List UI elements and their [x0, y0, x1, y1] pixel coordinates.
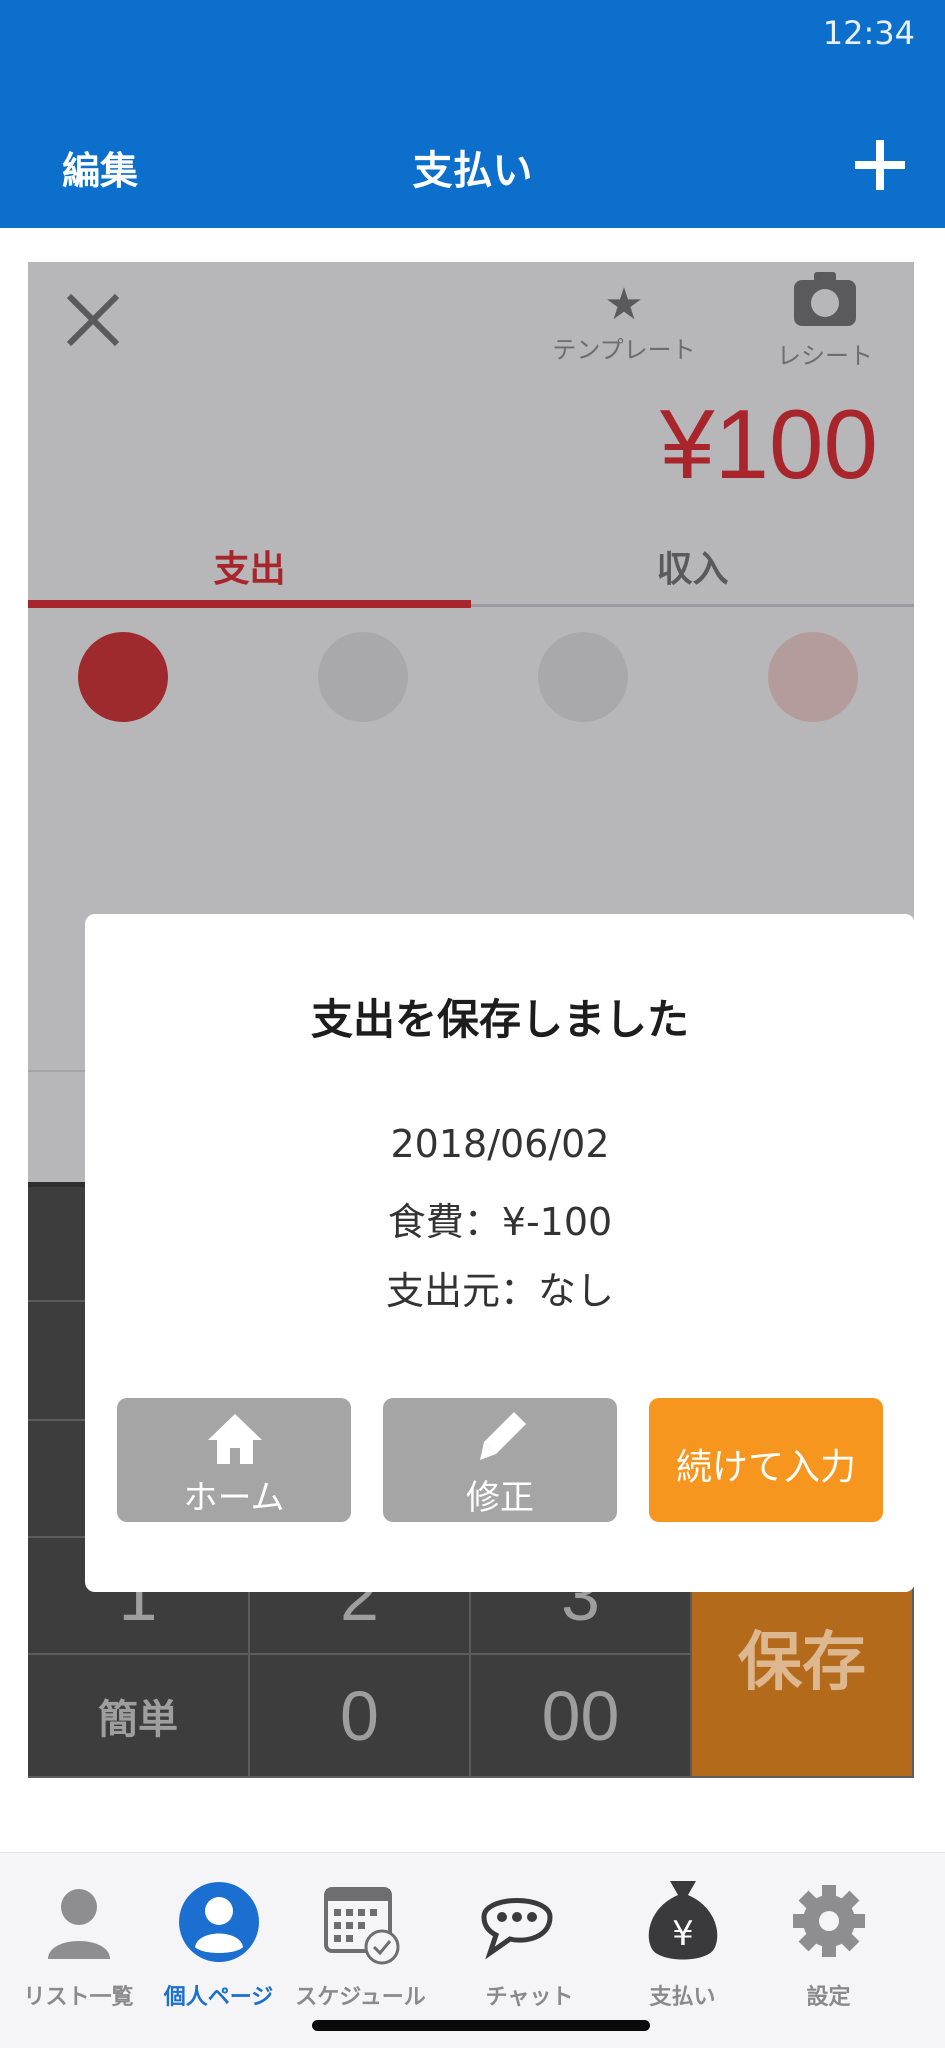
dialog-title: 支出を保存しました — [310, 995, 689, 1044]
edit-entry-button[interactable]: 修正 — [383, 1398, 617, 1522]
home-icon — [208, 1414, 262, 1464]
tab-label: スケジュール — [295, 1985, 426, 2010]
receipt-label: レシート — [777, 342, 873, 370]
saved-dialog: 支出を保存しました 2018/06/02 食費：¥-100 支出元：なし ホーム… — [85, 914, 914, 1592]
category-circle[interactable] — [318, 632, 408, 722]
tab-divider — [471, 604, 914, 607]
expense-entry-screenshot: ★ テンプレート レシート ¥100 支出 収入 7 8 9 − 4 — [28, 262, 914, 1778]
bottom-tab-bar: リスト一覧 個人ページ スケジュール チャット ¥ 支払い 設定 — [0, 1852, 945, 2048]
tab-label: チャット — [485, 1985, 574, 2010]
calendar-icon — [324, 1887, 400, 1965]
tab-label: 支払い — [649, 1985, 716, 2010]
chat-icon — [481, 1898, 553, 1960]
category-circle[interactable] — [538, 632, 628, 722]
tab-label: 設定 — [806, 1985, 851, 2010]
home-button-label: ホーム — [183, 1478, 285, 1518]
template-button[interactable]: ★ テンプレート — [544, 280, 704, 365]
plus-icon[interactable] — [855, 140, 905, 190]
person-icon — [48, 1889, 110, 1959]
tab-expense[interactable]: 支出 — [28, 540, 471, 592]
home-indicator — [312, 2020, 650, 2031]
pencil-icon — [480, 1412, 526, 1460]
active-tab-indicator — [28, 600, 471, 608]
yen-bag-icon: ¥ — [648, 1881, 718, 1960]
dialog-source: 支出元：なし — [385, 1269, 614, 1313]
dialog-date: 2018/06/02 — [390, 1122, 610, 1166]
star-icon: ★ — [604, 279, 644, 330]
category-circle[interactable] — [78, 632, 168, 722]
status-time: 12:34 — [822, 14, 915, 52]
template-label: テンプレート — [552, 336, 696, 364]
close-icon[interactable] — [66, 292, 122, 348]
page-title: 支払い — [412, 148, 533, 194]
receipt-button[interactable]: レシート — [760, 272, 890, 371]
svg-text:¥: ¥ — [672, 1914, 694, 1954]
gear-icon — [793, 1885, 865, 1957]
tab-income[interactable]: 収入 — [471, 540, 914, 592]
amount-display: ¥100 — [659, 389, 878, 499]
home-button[interactable]: ホーム — [117, 1398, 351, 1522]
profile-icon — [179, 1882, 259, 1962]
camera-icon — [794, 272, 856, 326]
key-0[interactable]: 0 — [250, 1655, 471, 1778]
tab-label: リスト一覧 — [23, 1985, 134, 2010]
key-simple[interactable]: 簡単 — [28, 1655, 250, 1778]
continue-input-label: 続けて入力 — [675, 1447, 856, 1488]
category-circle[interactable] — [768, 632, 858, 722]
key-00[interactable]: 00 — [471, 1655, 692, 1778]
tab-label: 個人ページ — [163, 1985, 274, 2010]
dialog-category: 食費：¥-100 — [387, 1200, 613, 1244]
app-header: 12:34 編集 支払い — [0, 0, 945, 228]
edit-entry-label: 修正 — [466, 1478, 534, 1518]
payment-screen: 12:34 編集 支払い ★ テンプレート レシート ¥100 支出 収入 1 … — [0, 0, 945, 2048]
continue-input-button[interactable]: 続けて入力 — [649, 1398, 883, 1522]
